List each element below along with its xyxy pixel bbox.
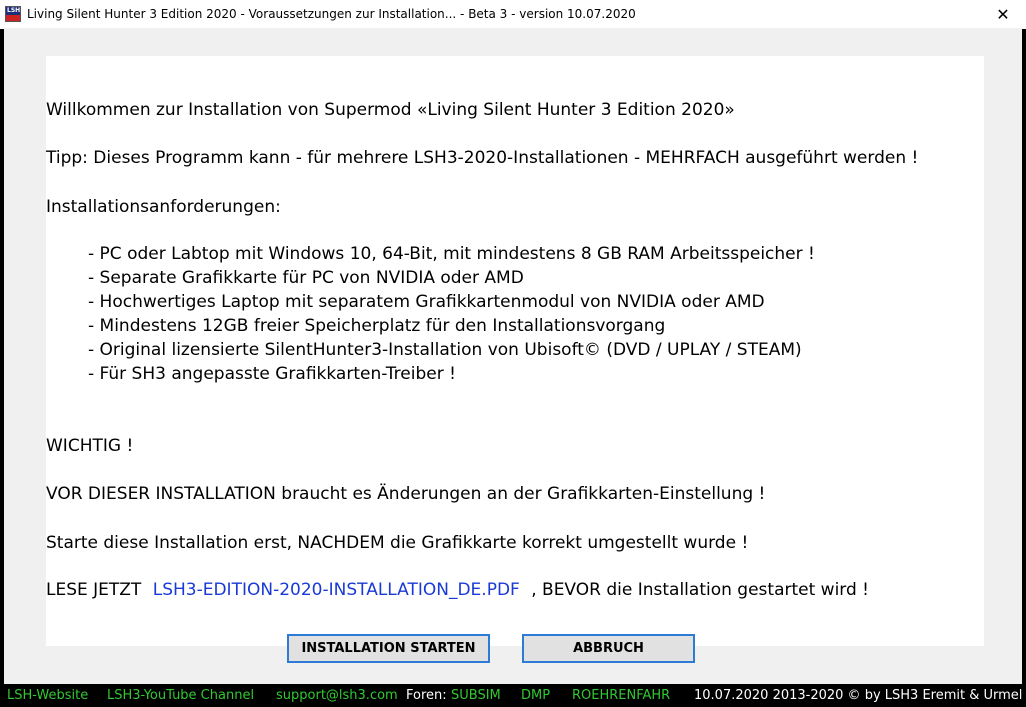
pdf-manual-link[interactable]: LSH3-EDITION-2020-INSTALLATION_DE.PDF — [153, 580, 520, 600]
close-icon: ✕ — [996, 4, 1010, 24]
requirement-item: - Hochwertiges Laptop mit separatem Graf… — [88, 292, 765, 312]
forum-link-dmp[interactable]: DMP — [521, 684, 550, 707]
read-prefix: LESE JETZT — [46, 580, 142, 600]
read-pdf-line: LESE JETZT LSH3-EDITION-2020-INSTALLATIO… — [46, 580, 869, 600]
copyright-text: 10.07.2020 2013-2020 © by LSH3 Eremit & … — [694, 688, 1023, 703]
forum-link-roehrenfahr[interactable]: ROEHRENFAHR — [572, 684, 670, 707]
forum-link-subsim[interactable]: SUBSIM — [451, 684, 501, 707]
requirement-item: - PC oder Labtop mit Windows 10, 64-Bit,… — [88, 244, 815, 264]
read-suffix: , BEVOR die Installation gestartet wird … — [531, 580, 869, 600]
title-bar[interactable]: LSH Living Silent Hunter 3 Edition 2020 … — [0, 0, 1026, 29]
forums-label: Foren: — [406, 688, 447, 703]
requirement-item: - Original lizensierte SilentHunter3-Ins… — [88, 340, 802, 360]
app-icon-stripe — [6, 15, 20, 21]
important-heading: WICHTIG ! — [46, 436, 134, 456]
support-email-link[interactable]: support@lsh3.com — [276, 684, 398, 707]
youtube-link[interactable]: LSH3-YouTube Channel — [107, 684, 254, 707]
requirement-item: - Separate Grafikkarte für PC von NVIDIA… — [88, 268, 524, 288]
window-title: Living Silent Hunter 3 Edition 2020 - Vo… — [27, 7, 636, 21]
lsh3-app-icon: LSH — [5, 6, 21, 22]
client-area: Willkommen zur Installation von Supermod… — [4, 28, 1022, 684]
welcome-text: Willkommen zur Installation von Supermod… — [46, 100, 735, 120]
requirements-heading: Installationsanforderungen: — [46, 197, 281, 217]
install-start-button[interactable]: INSTALLATION STARTEN — [287, 634, 490, 663]
start-after-text: Starte diese Installation erst, NACHDEM … — [46, 533, 749, 553]
requirement-item: - Mindestens 12GB freier Speicherplatz f… — [88, 316, 666, 336]
tip-text: Tipp: Dieses Programm kann - für mehrere… — [46, 148, 919, 168]
info-panel: Willkommen zur Installation von Supermod… — [46, 56, 984, 646]
warning-text: VOR DIESER INSTALLATION braucht es Änder… — [46, 484, 766, 504]
close-button[interactable]: ✕ — [980, 0, 1026, 28]
installer-window: LSH Living Silent Hunter 3 Edition 2020 … — [0, 0, 1026, 707]
footer-bar: LSH-Website LSH3-YouTube Channel support… — [0, 684, 1026, 707]
requirement-item: - Für SH3 angepasste Grafikkarten-Treibe… — [88, 364, 456, 384]
app-icon-text: LSH — [7, 7, 21, 14]
cancel-button[interactable]: ABBRUCH — [522, 634, 695, 663]
website-link[interactable]: LSH-Website — [7, 684, 88, 707]
